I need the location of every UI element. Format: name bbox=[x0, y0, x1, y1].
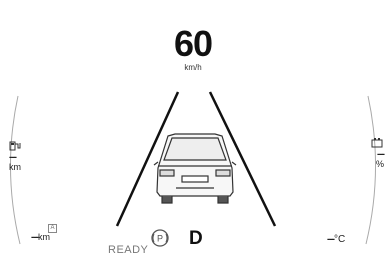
right-readout-value: --- bbox=[377, 149, 385, 160]
temperature-unit: °C bbox=[334, 234, 346, 245]
svg-text:P: P bbox=[157, 234, 163, 244]
instrument-cluster: 60 km/h --- km --- % A ---km READY P D -… bbox=[0, 0, 386, 261]
right-readout: --- % bbox=[360, 138, 385, 170]
left-readout-value: --- bbox=[9, 152, 17, 163]
temperature-readout: ---°C bbox=[327, 234, 345, 245]
gear-indicator: D bbox=[189, 228, 203, 249]
ready-status: READY bbox=[108, 244, 149, 256]
parking-brake-icon: P bbox=[151, 229, 169, 247]
vehicle-icon bbox=[153, 133, 237, 204]
left-readout: --- km bbox=[9, 141, 49, 173]
speed-value: 60 bbox=[173, 23, 213, 64]
speed-unit: km/h bbox=[184, 63, 202, 72]
left-readout-unit: km bbox=[9, 162, 21, 172]
right-readout-unit: % bbox=[375, 159, 384, 169]
range-readout: ---km bbox=[31, 232, 50, 243]
range-unit: km bbox=[38, 232, 50, 242]
range-value: --- bbox=[31, 232, 39, 243]
right-frame-arc bbox=[365, 95, 377, 245]
temperature-value: --- bbox=[327, 234, 335, 245]
